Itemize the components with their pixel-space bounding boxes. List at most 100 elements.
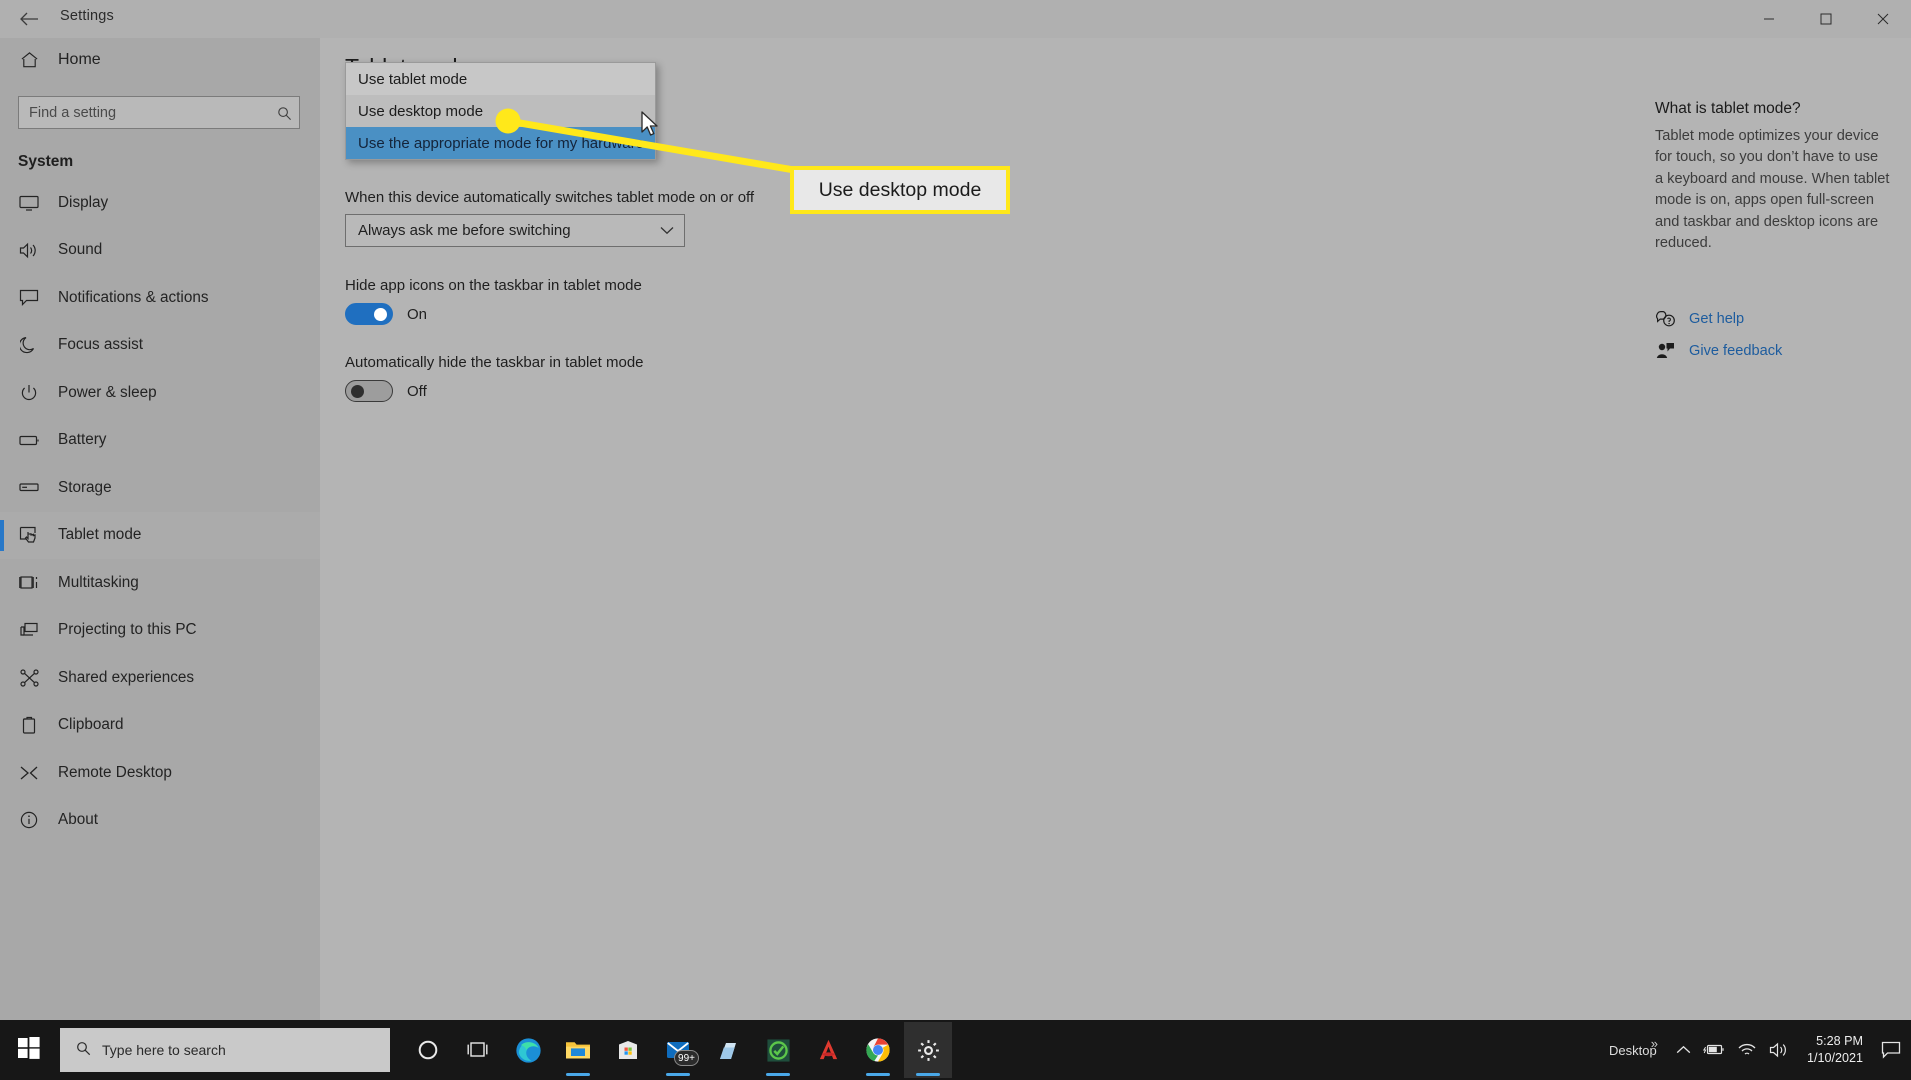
sidebar-item-remote-desktop[interactable]: Remote Desktop [0,749,320,797]
search-icon[interactable] [272,101,296,125]
taskbar-search-placeholder: Type here to search [102,1042,226,1058]
sidebar-item-projecting[interactable]: Projecting to this PC [0,607,320,655]
chat-bubble-icon [18,287,40,309]
taskbar-search[interactable]: Type here to search [60,1028,390,1072]
tray-date: 1/10/2021 [1806,1051,1863,1065]
multitask-icon [18,572,40,594]
get-help-label: Get help [1689,310,1745,327]
sidebar-item-multitasking[interactable]: Multitasking [0,559,320,607]
settings-gear-icon[interactable] [904,1022,952,1078]
sidebar-item-sound[interactable]: Sound [0,227,320,275]
info-panel-body: Tablet mode optimizes your device for to… [1655,128,1890,252]
start-button[interactable] [0,1020,58,1080]
tray-time: 5:28 PM [1816,1034,1863,1048]
microsoft-edge-icon[interactable] [504,1022,552,1078]
share-nodes-icon [18,667,40,689]
sidebar-item-label: Battery [58,431,107,449]
sidebar-item-clipboard[interactable]: Clipboard [0,702,320,750]
back-arrow-icon [19,11,39,27]
sidebar-item-focus-assist[interactable]: Focus assist [0,322,320,370]
sidebar-item-label: Sound [58,241,103,259]
windows-start-icon [18,1036,40,1064]
sidebar-item-home[interactable]: Home [0,38,320,82]
google-chrome-icon[interactable] [854,1022,902,1078]
tablet-hand-icon [18,524,40,546]
sidebar-item-label: Clipboard [58,716,124,734]
give-feedback-label: Give feedback [1689,342,1783,359]
sidebar-item-storage[interactable]: Storage [0,464,320,512]
maximize-button[interactable] [1797,0,1854,38]
feedback-person-icon [1655,341,1675,361]
settings-window: Settings Home Find a setting System Disp… [0,0,1911,1060]
back-button[interactable] [8,3,50,35]
mail-badge: 99+ [674,1050,699,1066]
project-screen-icon [18,619,40,641]
close-button[interactable] [1854,0,1911,38]
title-bar: Settings [0,0,1911,38]
wifi-icon[interactable] [1737,1020,1757,1080]
tray-chevron-up-icon[interactable] [1676,1020,1691,1080]
auto-hide-toggle-row: Off [345,380,1645,402]
get-help-link[interactable]: Get help [1655,303,1890,335]
app-running-underline [766,1073,790,1076]
info-panel-title: What is tablet mode? [1655,100,1801,117]
give-feedback-link[interactable]: Give feedback [1655,335,1890,367]
speaker-icon [18,239,40,261]
volume-icon[interactable] [1769,1020,1789,1080]
search-input[interactable] [18,96,300,129]
search-container [18,96,302,129]
auto-hide-toggle[interactable] [345,380,393,402]
sidebar-item-label: Shared experiences [58,668,195,686]
hide-icons-toggle[interactable] [345,303,393,325]
adobe-acrobat-icon[interactable] [804,1022,852,1078]
mail-icon[interactable]: 99+ [654,1022,702,1078]
sidebar-item-tablet-mode[interactable]: Tablet mode [0,511,320,559]
sidebar-item-battery[interactable]: Battery [0,417,320,465]
search-icon [76,1041,91,1059]
dropdown-option-appropriate-mode[interactable]: Use the appropriate mode for my hardware [346,127,655,159]
hide-icons-state: On [407,305,428,323]
help-chat-icon [1655,309,1675,329]
home-label: Home [58,51,101,68]
action-center-icon[interactable] [1881,1020,1901,1080]
sidebar-item-label: Notifications & actions [58,288,209,306]
sidebar-item-label: Power & sleep [58,383,157,401]
tray-desktop-label[interactable]: Desktop » [1609,1020,1664,1080]
moon-icon [18,334,40,356]
taskbar: Type here to search 99+ Desktop » 5:28 P… [0,1020,1911,1080]
sidebar-item-notifications[interactable]: Notifications & actions [0,274,320,322]
minimize-button[interactable] [1740,0,1797,38]
sidebar-item-display[interactable]: Display [0,179,320,227]
power-icon [18,382,40,404]
dropdown-option-use-desktop-mode[interactable]: Use desktop mode [346,95,655,127]
sidebar-item-about[interactable]: About [0,797,320,845]
screen: Settings Home Find a setting System Disp… [0,0,1911,1080]
home-icon [18,51,40,69]
auto-switch-value: Always ask me before switching [358,222,571,239]
file-explorer-icon[interactable] [554,1022,602,1078]
sidebar-item-power-sleep[interactable]: Power & sleep [0,369,320,417]
tray-overflow-icon[interactable]: » [1651,1036,1658,1051]
sidebar-item-shared-experiences[interactable]: Shared experiences [0,654,320,702]
microsoft-store-icon[interactable] [604,1022,652,1078]
toggle-knob [351,385,364,398]
mouse-cursor-icon [641,111,658,136]
sidebar-item-label: Multitasking [58,573,139,591]
window-controls [1740,0,1911,38]
sidebar-item-label: Projecting to this PC [58,621,197,639]
tablet-mode-dropdown[interactable]: Use tablet mode Use desktop mode Use the… [345,62,656,160]
task-view-icon[interactable] [454,1022,502,1078]
battery-charging-icon[interactable] [1702,1020,1725,1080]
quicken-icon[interactable] [754,1022,802,1078]
auto-switch-combobox[interactable]: Always ask me before switching [345,214,685,247]
auto-hide-label: Automatically hide the taskbar in tablet… [345,354,644,371]
remote-desktop-icon [18,762,40,784]
sidebar-item-label: Display [58,193,109,211]
onedrive-icon[interactable] [704,1022,752,1078]
battery-icon [18,429,40,451]
tray-clock[interactable]: 5:28 PM 1/10/2021 [1801,1033,1869,1067]
dropdown-option-use-tablet-mode[interactable]: Use tablet mode [346,63,655,95]
cortana-icon[interactable] [404,1022,452,1078]
hide-icons-toggle-row: On [345,303,1645,325]
sidebar-item-label: Storage [58,478,112,496]
